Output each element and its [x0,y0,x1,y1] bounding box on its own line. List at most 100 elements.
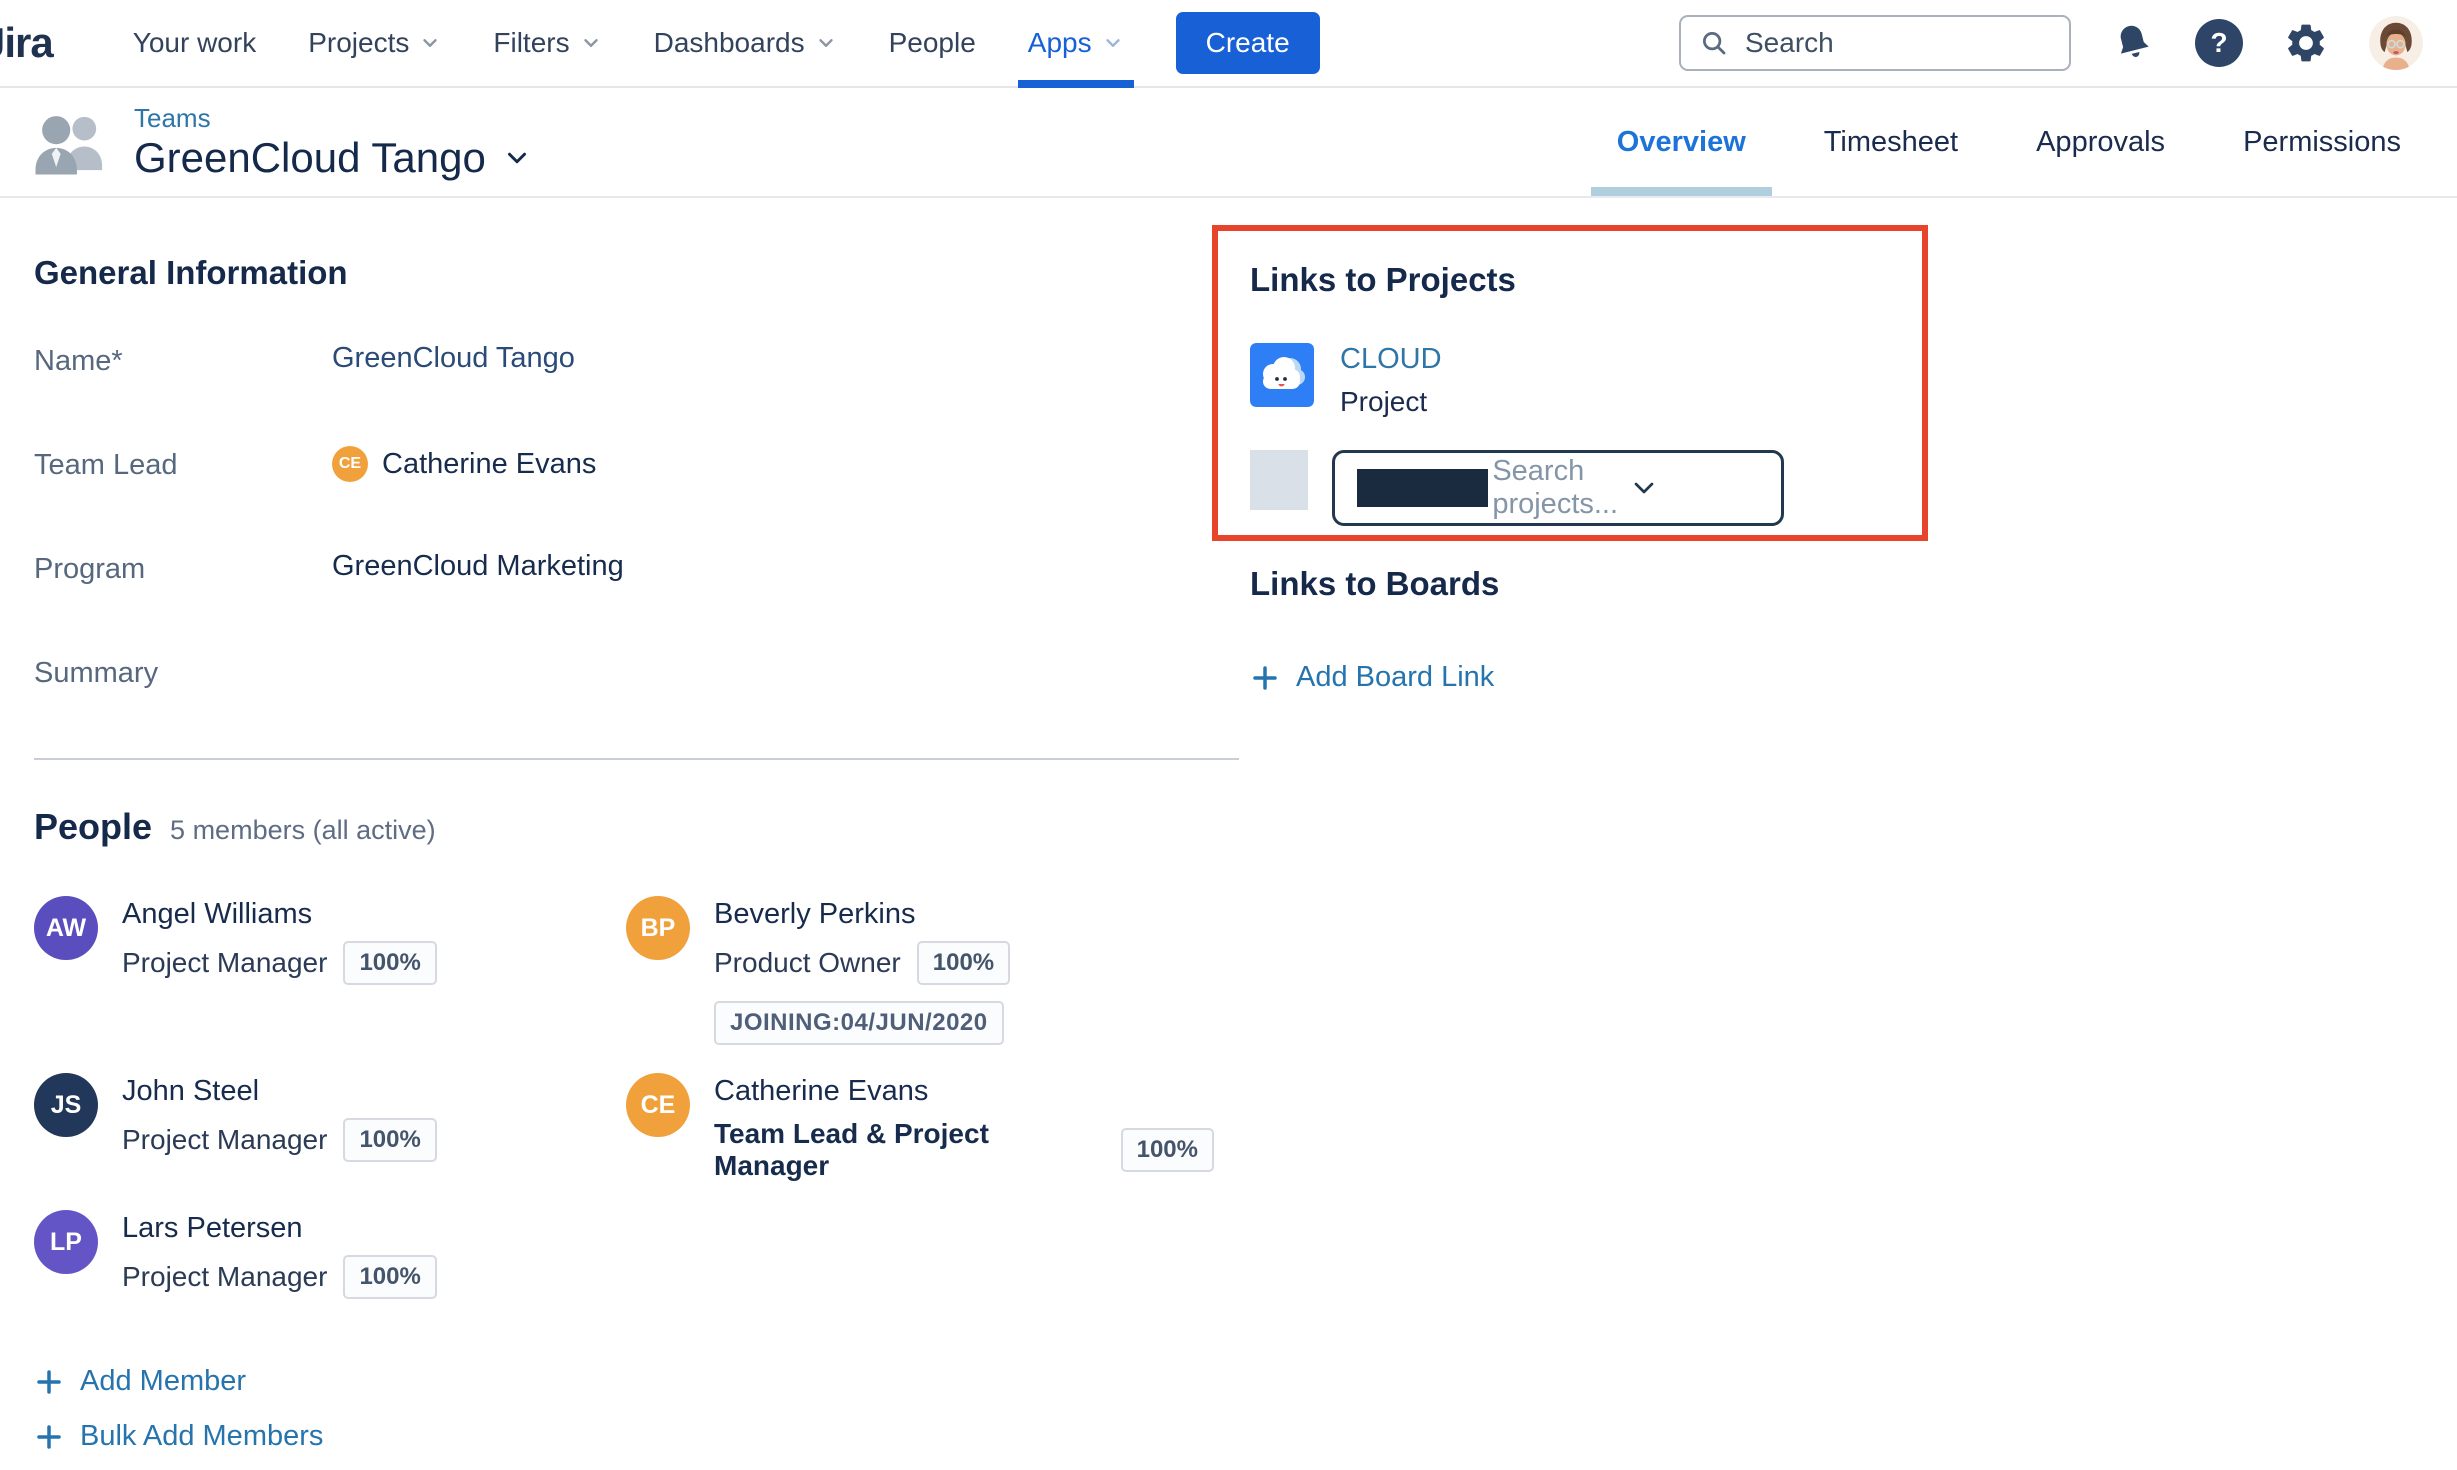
field-value-program[interactable]: GreenCloud Marketing [332,550,624,583]
nav-item-projects[interactable]: Projects [282,0,467,86]
search-projects-combobox[interactable]: Search projects... [1332,450,1784,526]
member-card-beverly-perkins[interactable]: BP Beverly Perkins Product Owner 100% JO… [626,896,1214,1045]
team-lead-name: Catherine Evans [382,448,596,481]
chevron-down-icon [815,32,837,54]
general-info-column: General Information Name* GreenCloud Tan… [34,254,1214,1470]
nav-item-label: Filters [493,27,569,59]
chevron-down-icon [502,143,532,173]
team-tabs: Overview Timesheet Approvals Permissions [1617,88,2401,196]
breadcrumb-teams[interactable]: Teams [134,103,532,134]
nav-item-label: Dashboards [654,27,805,59]
people-heading-row: People 5 members (all active) [34,806,1214,848]
help-icon[interactable]: ? [2195,19,2243,67]
avatar: JS [34,1073,98,1137]
cloud-project-icon[interactable] [1250,343,1314,407]
add-board-link-button[interactable]: Add Board Link [1250,661,1494,694]
member-name: Angel Williams [122,896,437,931]
project-key-link[interactable]: CLOUD [1340,343,1442,376]
member-role: Team Lead & Project Manager [714,1118,1105,1182]
member-name: Lars Petersen [122,1210,437,1245]
add-project-link-row: Search projects... [1250,450,1892,526]
links-to-boards-section: Links to Boards Add Board Link [1212,565,1928,694]
nav-item-label: People [889,27,976,59]
project-link-row: CLOUD Project [1250,343,1892,418]
chevron-down-icon [1102,32,1124,54]
tab-timesheet[interactable]: Timesheet [1824,88,1958,196]
allocation-badge: 100% [343,941,436,985]
member-card-lars-petersen[interactable]: LP Lars Petersen Project Manager 100% [34,1210,626,1299]
field-label: Team Lead [34,446,332,482]
member-role: Project Manager [122,1261,327,1293]
member-card-angel-williams[interactable]: AW Angel Williams Project Manager 100% [34,896,626,1045]
people-heading: People [34,806,152,848]
members-grid: AW Angel Williams Project Manager 100% B… [34,896,1214,1299]
search-projects-placeholder: Search projects... [1492,455,1623,521]
allocation-badge: 100% [1121,1128,1214,1172]
general-fields: Name* GreenCloud Tango Team Lead CE Cath… [34,342,1214,694]
bulk-add-members-button[interactable]: Bulk Add Members [34,1420,323,1453]
text-cursor [1357,469,1488,507]
field-value-team-lead[interactable]: CE Catherine Evans [332,446,596,482]
field-summary: Summary [34,654,1214,694]
member-role: Project Manager [122,947,327,979]
field-label: Name* [34,342,332,378]
member-name: Catherine Evans [714,1073,1214,1108]
field-label: Summary [34,654,332,690]
tab-overview[interactable]: Overview [1617,88,1746,196]
member-name: John Steel [122,1073,437,1108]
nav-item-people[interactable]: People [863,0,1002,86]
page-title: GreenCloud Tango [134,134,486,182]
add-member-label: Add Member [80,1365,246,1398]
nav-item-filters[interactable]: Filters [467,0,627,86]
global-search-input[interactable]: Search [1679,15,2071,71]
add-member-button[interactable]: Add Member [34,1365,246,1398]
section-divider [34,758,1239,760]
nav-item-label: Your work [133,27,256,59]
user-avatar[interactable] [2369,16,2423,70]
joining-date-badge: JOINING:04/JUN/2020 [714,1001,1004,1045]
create-button[interactable]: Create [1176,12,1320,74]
settings-gear-icon[interactable] [2283,20,2329,66]
nav-item-apps[interactable]: Apps [1002,0,1150,86]
avatar: LP [34,1210,98,1274]
team-icon [34,109,108,175]
allocation-badge: 100% [343,1118,436,1162]
links-to-projects-highlight-box: Links to Projects CLOUD Project Search p… [1212,225,1928,541]
tab-approvals[interactable]: Approvals [2036,88,2165,196]
chevron-down-icon [580,32,602,54]
notifications-bell-icon[interactable] [2106,16,2159,69]
people-member-count: 5 members (all active) [170,815,436,846]
nav-right-group: Search ? [1679,15,2423,71]
nav-item-dashboards[interactable]: Dashboards [628,0,863,86]
nav-item-your-work[interactable]: Your work [107,0,282,86]
allocation-badge: 100% [343,1255,436,1299]
avatar: CE [626,1073,690,1137]
member-role: Product Owner [714,947,901,979]
member-name: Beverly Perkins [714,896,1010,931]
project-type-label: Project [1340,386,1442,418]
field-name: Name* GreenCloud Tango [34,342,1214,382]
chevron-down-icon[interactable] [1628,472,1759,504]
member-card-catherine-evans[interactable]: CE Catherine Evans Team Lead & Project M… [626,1073,1214,1182]
plus-icon [34,1367,64,1397]
allocation-badge: 100% [917,941,1010,985]
chevron-down-icon [419,32,441,54]
links-to-projects-heading: Links to Projects [1250,261,1892,299]
field-value-name[interactable]: GreenCloud Tango [332,342,575,375]
field-program: Program GreenCloud Marketing [34,550,1214,590]
team-title-dropdown[interactable]: GreenCloud Tango [134,134,532,182]
field-label: Program [34,550,332,586]
avatar: CE [332,446,368,482]
search-icon [1699,28,1729,58]
tab-permissions[interactable]: Permissions [2243,88,2401,196]
general-information-heading: General Information [34,254,1214,292]
member-card-john-steel[interactable]: JS John Steel Project Manager 100% [34,1073,626,1182]
links-column: Links to Projects CLOUD Project Search p… [1212,225,1928,716]
member-actions: Add Member Bulk Add Members [34,1365,1214,1453]
top-navigation-bar: Jira Your work Projects Filters Dashboar… [0,0,2457,88]
avatar: BP [626,896,690,960]
nav-item-label: Apps [1028,27,1092,59]
bulk-add-members-label: Bulk Add Members [80,1420,323,1453]
member-role: Project Manager [122,1124,327,1156]
jira-logo[interactable]: Jira [0,19,53,67]
